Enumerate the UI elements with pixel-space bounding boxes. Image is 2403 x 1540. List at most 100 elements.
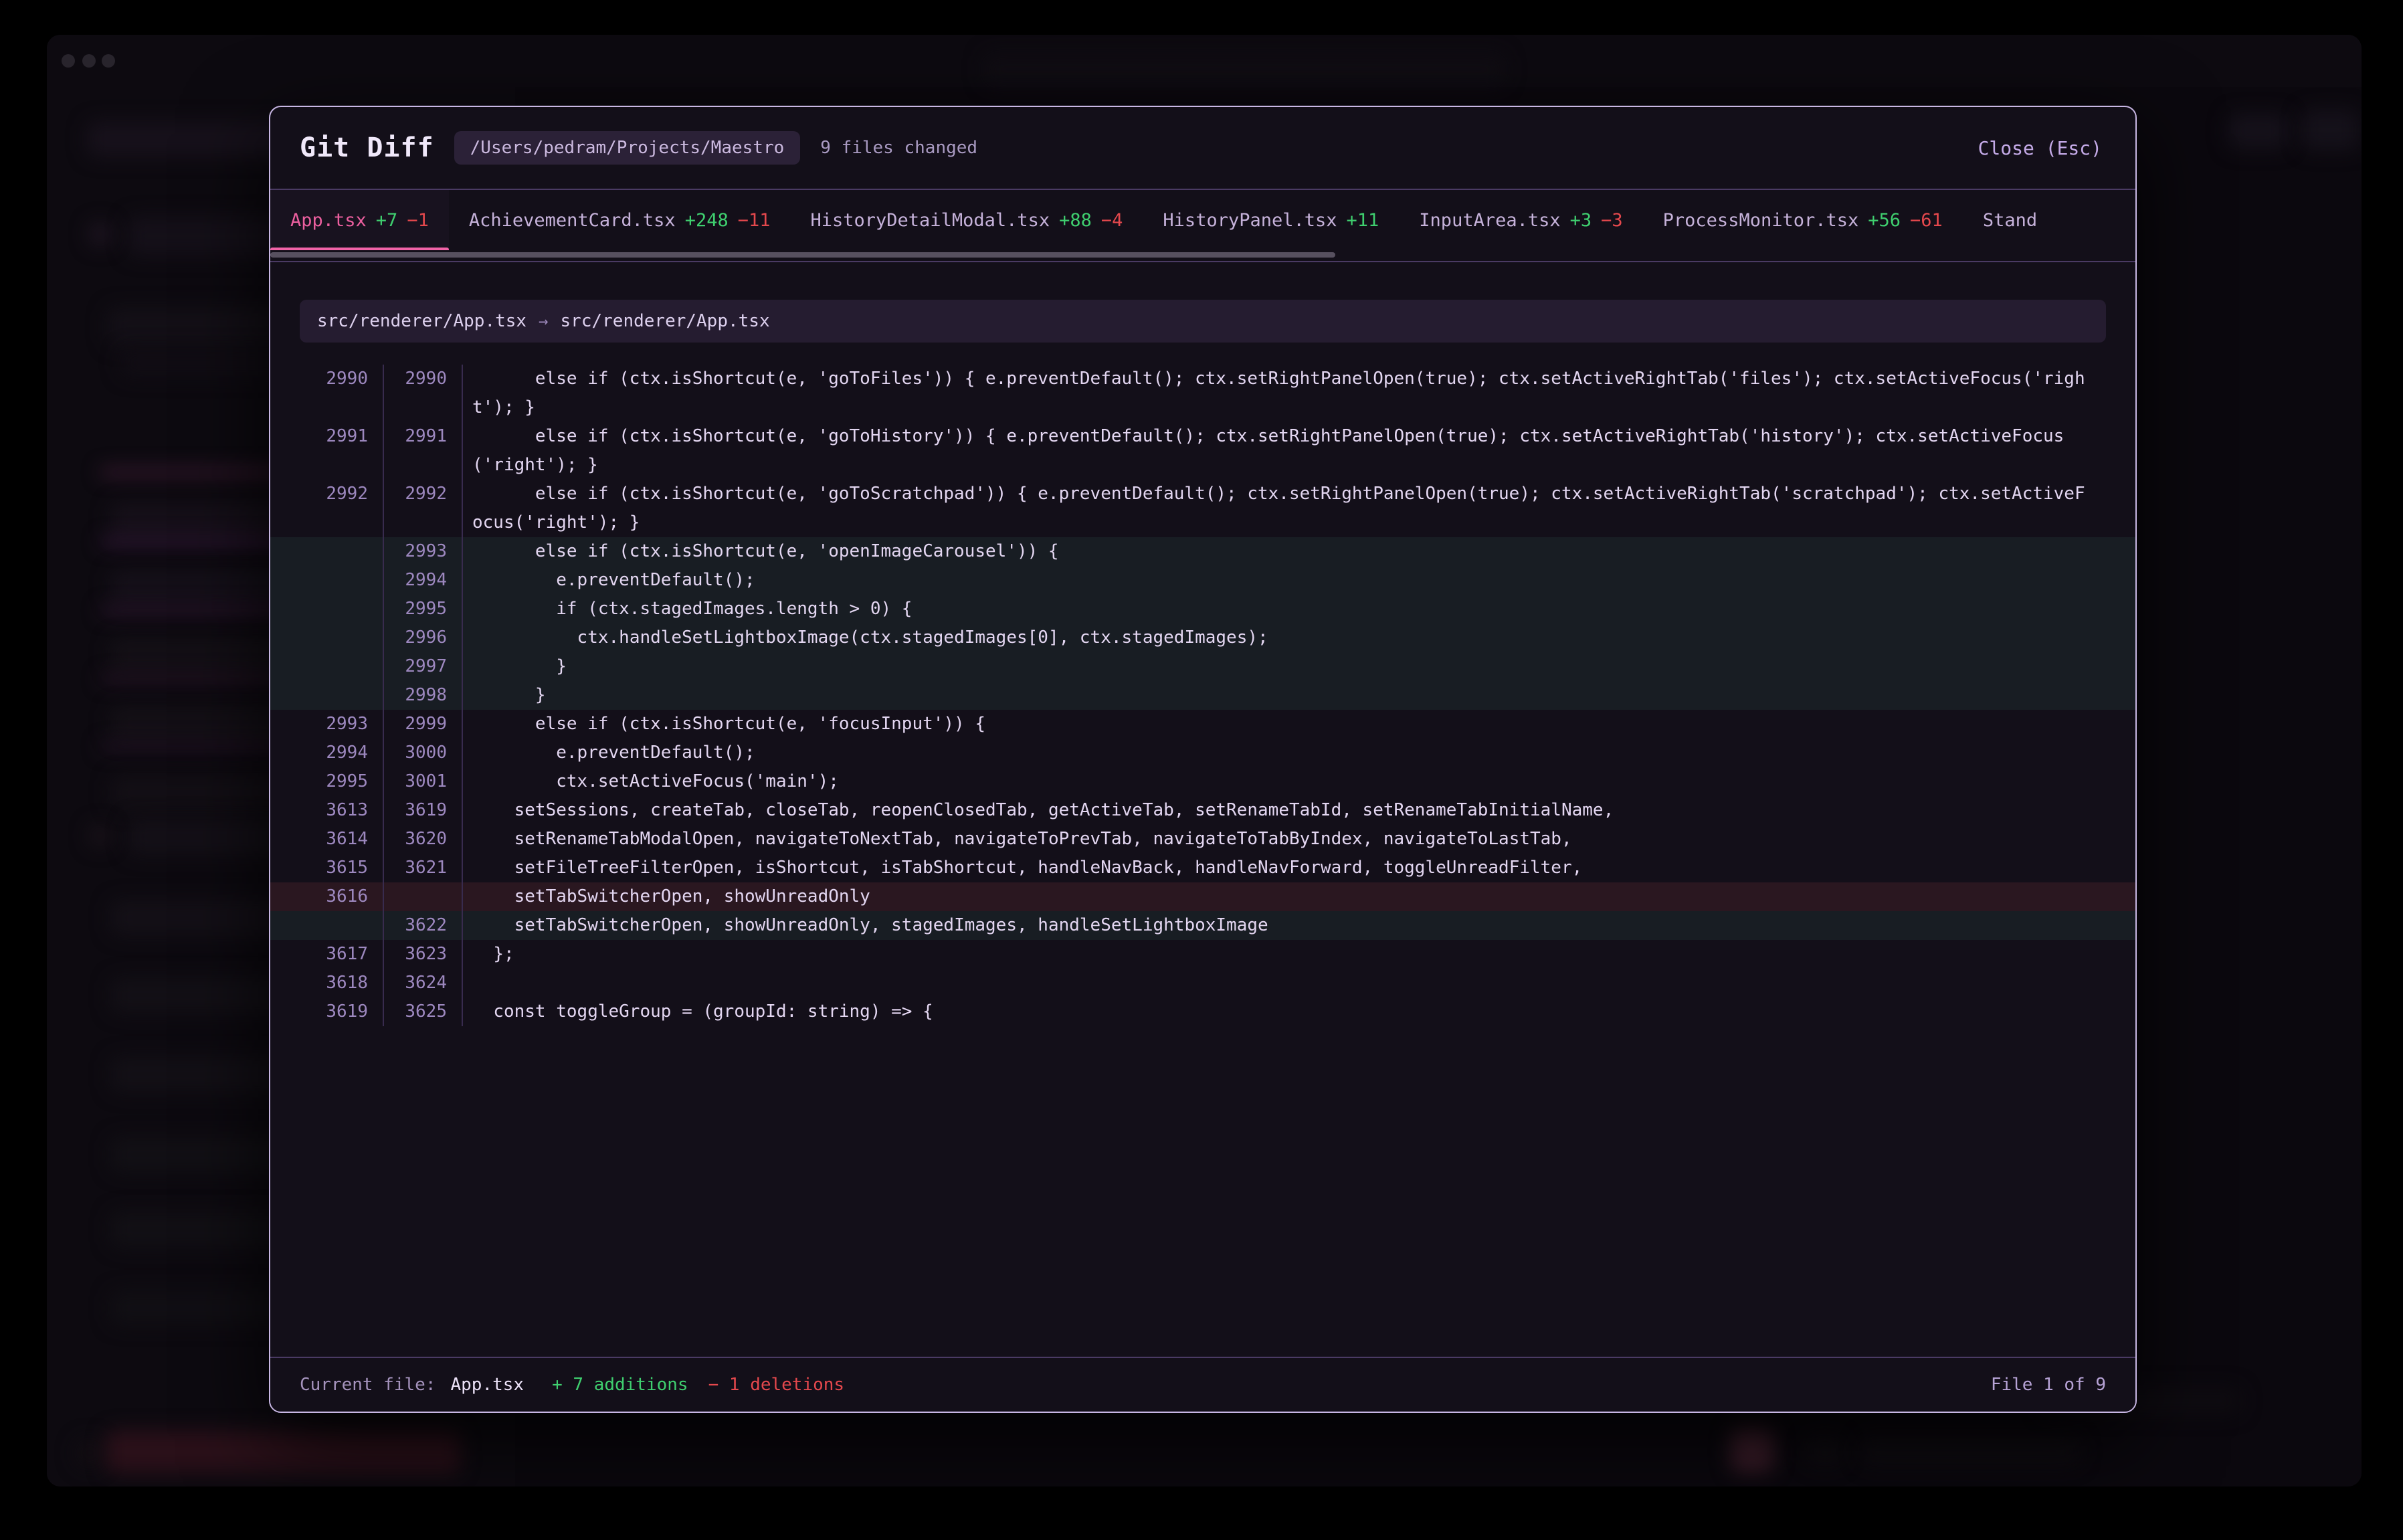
file-path-to: src/renderer/App.tsx — [561, 311, 770, 331]
code-text: e.preventDefault(); — [463, 739, 2135, 767]
horizontal-scrollbar-thumb[interactable] — [270, 252, 1335, 258]
tab-processmonitor-tsx[interactable]: ProcessMonitor.tsx+56−61 — [1643, 190, 1963, 250]
diff-row-add: 2993 else if (ctx.isShortcut(e, 'openIma… — [270, 537, 2135, 566]
code-text: const toggleGroup = (groupId: string) =>… — [463, 997, 2135, 1026]
new-line-number: 3624 — [384, 969, 463, 997]
tab-additions: +3 — [1570, 210, 1592, 231]
old-line-number: 3614 — [270, 825, 384, 854]
old-line-number — [270, 595, 384, 623]
tab-inputarea-tsx[interactable]: InputArea.tsx +3 −3 — [1399, 190, 1642, 250]
code-text: setTabSwitcherOpen, showUnreadOnly, stag… — [463, 911, 2135, 940]
diff-row-context: 36183624 — [270, 969, 2135, 997]
old-line-number — [270, 537, 384, 566]
old-line-number: 3616 — [270, 882, 384, 911]
current-file-label: Current file: — [300, 1375, 436, 1395]
new-line-number: 2993 — [384, 537, 463, 566]
diff-row-context: 29922992 else if (ctx.isShortcut(e, 'goT… — [270, 480, 2135, 537]
new-line-number: 3620 — [384, 825, 463, 854]
new-line-number: 2992 — [384, 480, 463, 537]
tab-file-name: AchievementCard.tsx — [469, 210, 676, 231]
code-text: ctx.handleSetLightboxImage(ctx.stagedIma… — [463, 623, 2135, 652]
blurred-toolbar-button — [2301, 110, 2359, 150]
code-text: setSessions, createTab, closeTab, reopen… — [463, 796, 2135, 825]
old-line-number: 3617 — [270, 940, 384, 969]
blurred-sidebar-icon — [88, 824, 111, 847]
diff-row-context: 36133619 setSessions, createTab, closeTa… — [270, 796, 2135, 825]
code-text: else if (ctx.isShortcut(e, 'goToFiles'))… — [463, 365, 2135, 422]
diff-row-context: 29953001 ctx.setActiveFocus('main'); — [270, 767, 2135, 796]
code-text: setTabSwitcherOpen, showUnreadOnly — [463, 882, 2135, 911]
tab-file-name: InputArea.tsx — [1419, 210, 1560, 231]
blurred-record-button — [106, 1430, 460, 1473]
old-line-number: 2990 — [270, 365, 384, 422]
code-text: } — [463, 652, 2135, 681]
diff-row-context: 29912991 else if (ctx.isShortcut(e, 'goT… — [270, 422, 2135, 480]
traffic-light-close-icon[interactable] — [62, 54, 75, 68]
new-line-number: 3622 — [384, 911, 463, 940]
blurred-bottom-text — [1860, 1437, 2081, 1465]
deletions-count: − 1 deletions — [708, 1375, 845, 1395]
tab-file-name: HistoryPanel.tsx — [1163, 210, 1337, 231]
file-tab-bar: App.tsx+7−1AchievementCard.tsx+248−11His… — [270, 190, 2135, 262]
modal-header: Git Diff /Users/pedram/Projects/Maestro … — [270, 107, 2135, 190]
diff-row-context: 29932999 else if (ctx.isShortcut(e, 'foc… — [270, 710, 2135, 739]
tab-app-tsx[interactable]: App.tsx+7−1 — [270, 190, 449, 250]
old-line-number: 2995 — [270, 767, 384, 796]
file-path-from: src/renderer/App.tsx — [317, 311, 526, 331]
new-line-number: 3623 — [384, 940, 463, 969]
new-line-number: 3619 — [384, 796, 463, 825]
old-line-number: 2993 — [270, 710, 384, 739]
diff-row-context: 29943000 e.preventDefault(); — [270, 739, 2135, 767]
modal-footer: Current file: App.tsx + 7 additions − 1 … — [270, 1357, 2135, 1412]
traffic-light-zoom-icon[interactable] — [102, 54, 115, 68]
old-line-number: 2992 — [270, 480, 384, 537]
code-text: else if (ctx.isShortcut(e, 'openImageCar… — [463, 537, 2135, 566]
new-line-number: 2990 — [384, 365, 463, 422]
diff-row-context: 36153621 setFileTreeFilterOpen, isShortc… — [270, 854, 2135, 882]
code-text: else if (ctx.isShortcut(e, 'goToScratchp… — [463, 480, 2135, 537]
old-line-number: 3619 — [270, 997, 384, 1026]
new-line-number: 2998 — [384, 681, 463, 710]
old-line-number — [270, 652, 384, 681]
old-line-number — [270, 623, 384, 652]
code-text: setFileTreeFilterOpen, isShortcut, isTab… — [463, 854, 2135, 882]
tab-additions: +56 — [1868, 210, 1901, 231]
code-text: else if (ctx.isShortcut(e, 'goToHistory'… — [463, 422, 2135, 480]
diff-row-add: 2998 } — [270, 681, 2135, 710]
code-text — [463, 969, 2135, 997]
new-line-number: 2997 — [384, 652, 463, 681]
code-text: e.preventDefault(); — [463, 566, 2135, 595]
tab-achievementcard-tsx[interactable]: AchievementCard.tsx+248−11 — [449, 190, 791, 250]
git-diff-modal: Git Diff /Users/pedram/Projects/Maestro … — [269, 106, 2137, 1413]
tab-deletions: −61 — [1910, 210, 1943, 231]
tab-historydetailmodal-tsx[interactable]: HistoryDetailModal.tsx+88−4 — [791, 190, 1143, 250]
blurred-window-title — [983, 54, 1505, 86]
new-line-number: 2991 — [384, 422, 463, 480]
tab-historypanel-tsx[interactable]: HistoryPanel.tsx+11 — [1143, 190, 1399, 250]
old-line-number — [270, 911, 384, 940]
blurred-bottom-icon — [75, 1438, 104, 1468]
diff-row-context: 36173623 }; — [270, 940, 2135, 969]
diff-row-add: 2995 if (ctx.stagedImages.length > 0) { — [270, 595, 2135, 623]
close-button[interactable]: Close (Esc) — [1974, 136, 2106, 160]
diff-row-del: 3616 setTabSwitcherOpen, showUnreadOnly — [270, 882, 2135, 911]
tab-deletions: −3 — [1601, 210, 1623, 231]
current-file-name: App.tsx — [451, 1375, 524, 1395]
new-line-number: 2996 — [384, 623, 463, 652]
modal-title: Git Diff — [300, 132, 434, 163]
new-line-number: 2995 — [384, 595, 463, 623]
diff-row-context: 29902990 else if (ctx.isShortcut(e, 'goT… — [270, 365, 2135, 422]
blurred-toolbar-button — [2228, 114, 2288, 149]
tab-stand[interactable]: Stand — [1963, 190, 2057, 250]
new-line-number: 2994 — [384, 566, 463, 595]
diff-row-add: 2997 } — [270, 652, 2135, 681]
file-tabs: App.tsx+7−1AchievementCard.tsx+248−11His… — [270, 190, 2135, 250]
arrow-right-icon: → — [539, 312, 548, 330]
file-path-header: src/renderer/App.tsx → src/renderer/App.… — [300, 300, 2106, 343]
old-line-number: 3613 — [270, 796, 384, 825]
old-line-number — [270, 566, 384, 595]
code-text: setRenameTabModalOpen, navigateToNextTab… — [463, 825, 2135, 854]
tab-deletions: −11 — [738, 210, 771, 231]
code-text: if (ctx.stagedImages.length > 0) { — [463, 595, 2135, 623]
traffic-light-minimize-icon[interactable] — [82, 54, 96, 68]
